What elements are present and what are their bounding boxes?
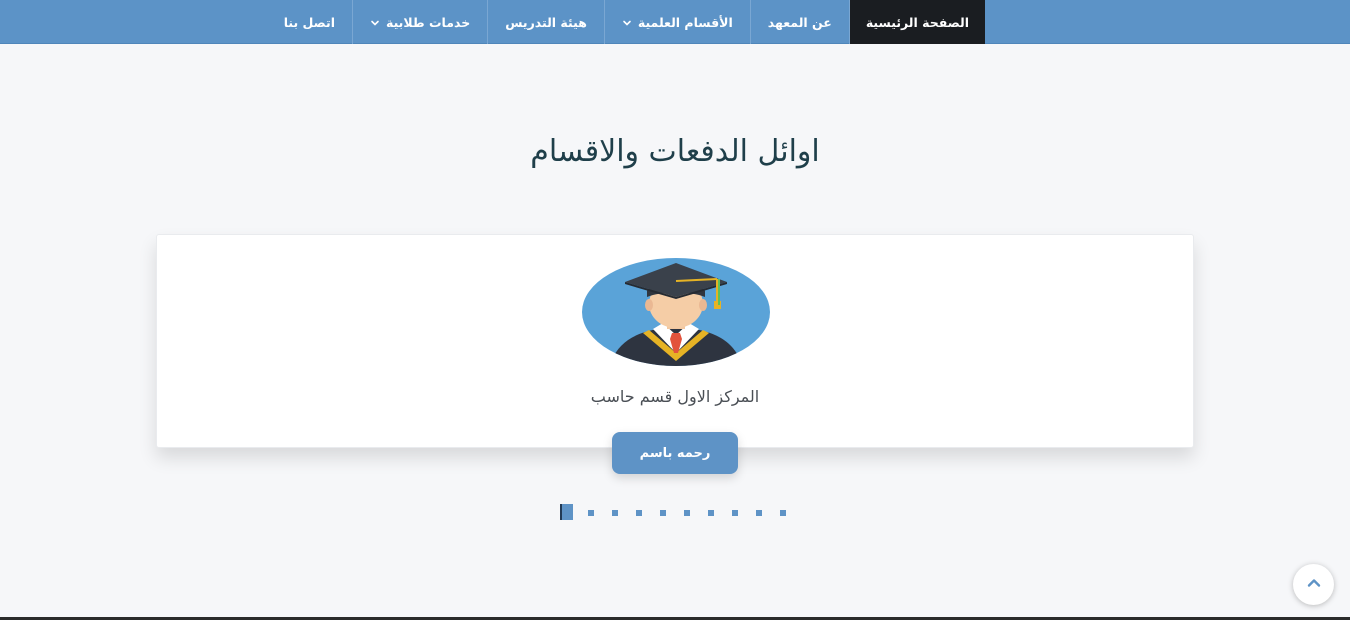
nav-item-label: خدمات طلابية: [385, 14, 471, 30]
carousel-dot[interactable]: [732, 510, 738, 516]
nav-item-label: اتصل بنا: [283, 14, 335, 30]
nav-item-about[interactable]: عن المعهد: [749, 0, 849, 44]
carousel-dot[interactable]: [588, 510, 594, 516]
carousel-dot[interactable]: [780, 510, 786, 516]
nav-item-home[interactable]: الصفحة الرئيسية: [848, 0, 985, 44]
graduate-avatar-icon: [581, 257, 771, 367]
carousel-dots: [560, 504, 800, 524]
carousel-dot[interactable]: [756, 510, 762, 516]
nav-item-label: الأقسام العلمية: [637, 14, 733, 30]
carousel-dot[interactable]: [612, 510, 618, 516]
student-name-button[interactable]: رحمه باسم: [612, 432, 738, 474]
nav-item-contact[interactable]: اتصل بنا: [284, 0, 352, 44]
carousel-dot[interactable]: [660, 510, 666, 516]
scroll-to-top-button[interactable]: [1293, 564, 1334, 605]
carousel-dot[interactable]: [636, 510, 642, 516]
student-rank-caption: المركز الاول قسم حاسب: [590, 387, 760, 406]
top-student-card: المركز الاول قسم حاسب: [156, 234, 1194, 448]
nav-item-faculty[interactable]: هيئة التدريس: [487, 0, 604, 44]
carousel-dot[interactable]: [684, 510, 690, 516]
nav-item-departments[interactable]: الأقسام العلمية: [603, 0, 750, 44]
carousel-dot[interactable]: [708, 510, 714, 516]
chevron-down-icon: [622, 18, 632, 28]
top-navbar: الصفحة الرئيسية عن المعهد الأقسام العلمي…: [0, 0, 1350, 44]
chevron-up-icon: [1306, 575, 1322, 595]
nav-item-label: عن المعهد: [767, 14, 832, 30]
nav-item-student-services[interactable]: خدمات طلابية: [351, 0, 487, 44]
chevron-down-icon: [370, 18, 380, 28]
carousel-dot-active[interactable]: [560, 504, 573, 520]
nav-menu: الصفحة الرئيسية عن المعهد الأقسام العلمي…: [284, 0, 985, 44]
nav-item-label: الصفحة الرئيسية: [865, 14, 969, 30]
nav-item-label: هيئة التدريس: [505, 14, 587, 30]
section-title: اوائل الدفعات والاقسام: [530, 134, 820, 169]
